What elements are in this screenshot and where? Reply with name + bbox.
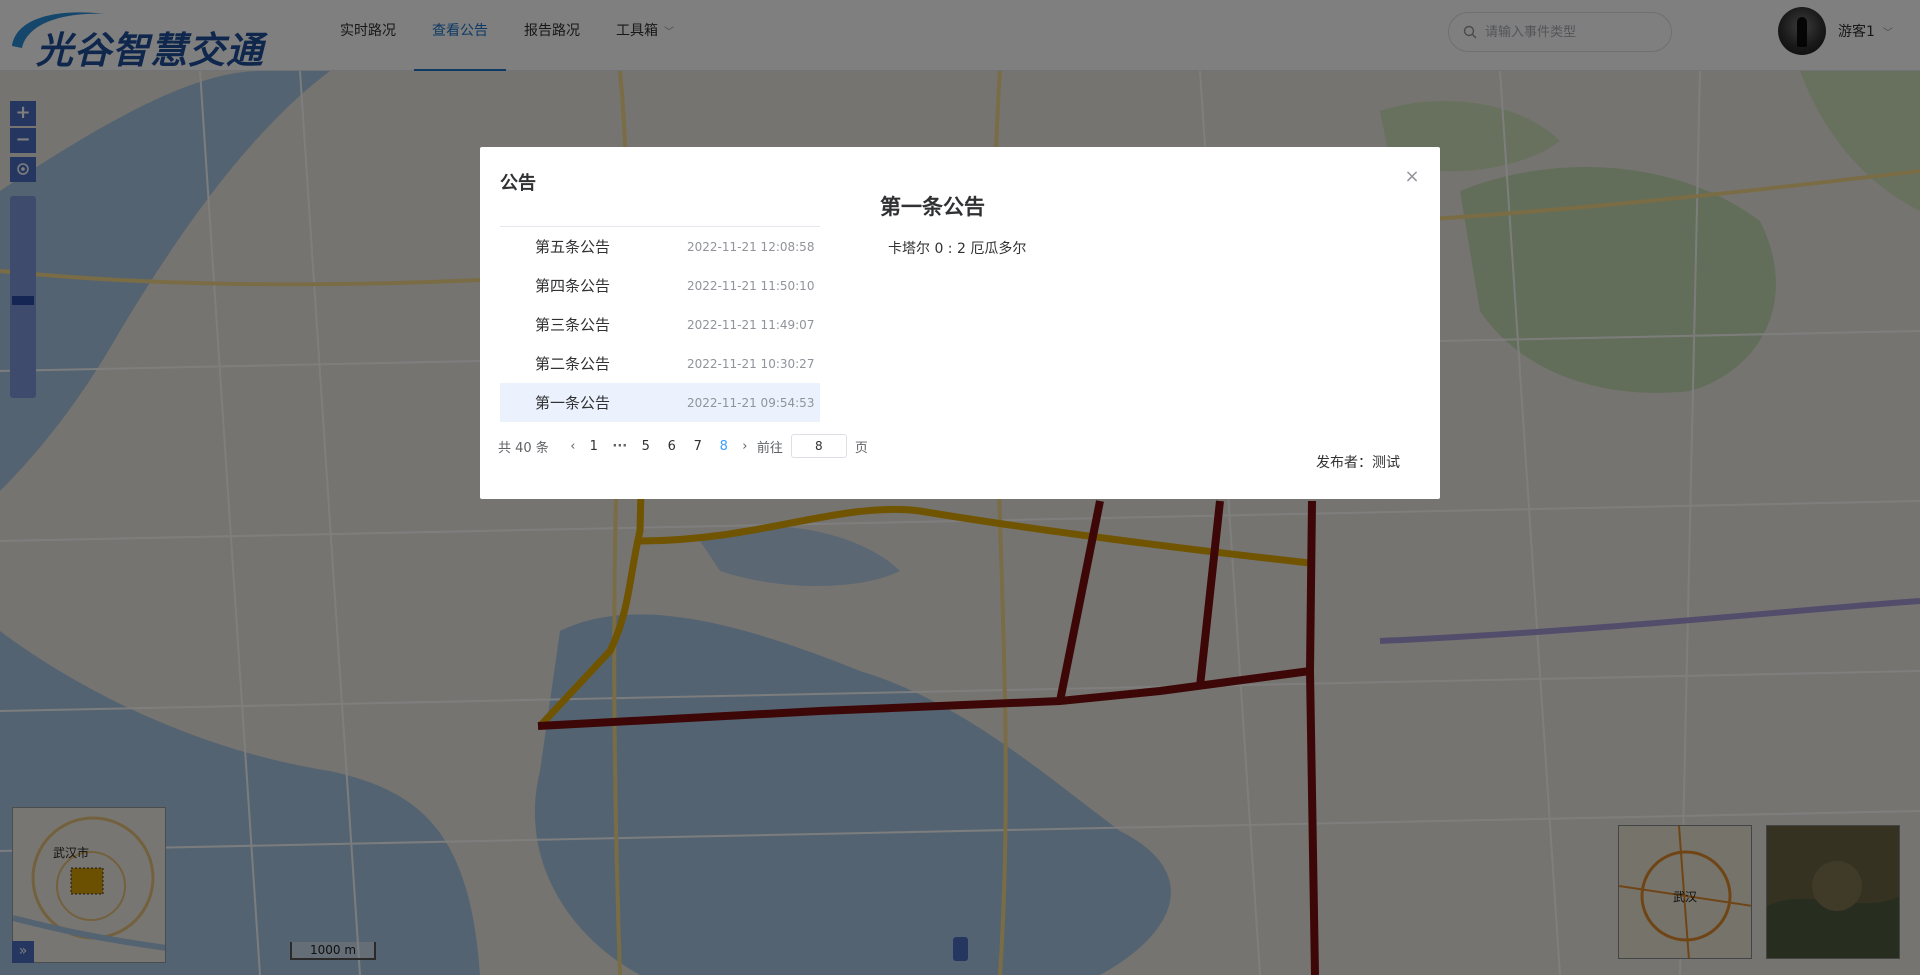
announcement-author: 发布者：测试	[1316, 455, 1400, 471]
announcement-time: 2022-11-21 12:08:58	[687, 239, 815, 254]
announcement-name: 第一条公告	[535, 394, 611, 412]
list-item-selected[interactable]: 第一条公告 2022-11-21 09:54:53	[500, 383, 820, 422]
goto-page-input[interactable]	[790, 434, 847, 458]
list-item[interactable]: 第四条公告 2022-11-21 11:50:10	[500, 266, 820, 305]
announcement-time: 2022-11-21 11:49:07	[687, 317, 815, 332]
announcement-name: 第三条公告	[535, 316, 611, 334]
announcement-name: 第四条公告	[535, 277, 611, 295]
page-6[interactable]: 6	[659, 439, 685, 454]
announcement-name: 第二条公告	[535, 355, 611, 373]
page-1[interactable]: 1	[581, 439, 607, 454]
list-item[interactable]: 第五条公告 2022-11-21 12:08:58	[500, 227, 820, 266]
announcement-detail-title: 第一条公告	[880, 195, 985, 219]
pagination: 共 40 条 ‹ 1 ··· 5 6 7 8 › 前往 页	[498, 434, 868, 458]
announcement-detail-content: 卡塔尔 0 : 2 厄瓜多尔	[888, 241, 1027, 257]
goto-label: 前往	[756, 440, 783, 456]
announcement-dialog: 公告 × 第五条公告 2022-11-21 12:08:58 第四条公告 202…	[480, 147, 1440, 499]
dialog-title: 公告	[500, 173, 536, 194]
close-icon[interactable]: ×	[1400, 165, 1424, 189]
pagination-total: 共 40 条	[498, 440, 549, 456]
chevron-left-icon[interactable]: ‹	[565, 439, 581, 454]
announcement-time: 2022-11-21 11:50:10	[687, 278, 815, 293]
list-item[interactable]: 第三条公告 2022-11-21 11:49:07	[500, 305, 820, 344]
announcement-time: 2022-11-21 09:54:53	[687, 395, 815, 410]
list-item[interactable]: 第二条公告 2022-11-21 10:30:27	[500, 344, 820, 383]
chevron-right-icon[interactable]: ›	[737, 439, 753, 454]
page-ellipsis[interactable]: ···	[607, 439, 633, 454]
announcement-list: 第五条公告 2022-11-21 12:08:58 第四条公告 2022-11-…	[500, 226, 820, 422]
announcement-name: 第五条公告	[535, 238, 611, 256]
announcement-time: 2022-11-21 10:30:27	[687, 356, 815, 371]
page-8-current[interactable]: 8	[711, 439, 737, 454]
page-suffix: 页	[854, 440, 868, 456]
page-7[interactable]: 7	[685, 439, 711, 454]
page-5[interactable]: 5	[633, 439, 659, 454]
